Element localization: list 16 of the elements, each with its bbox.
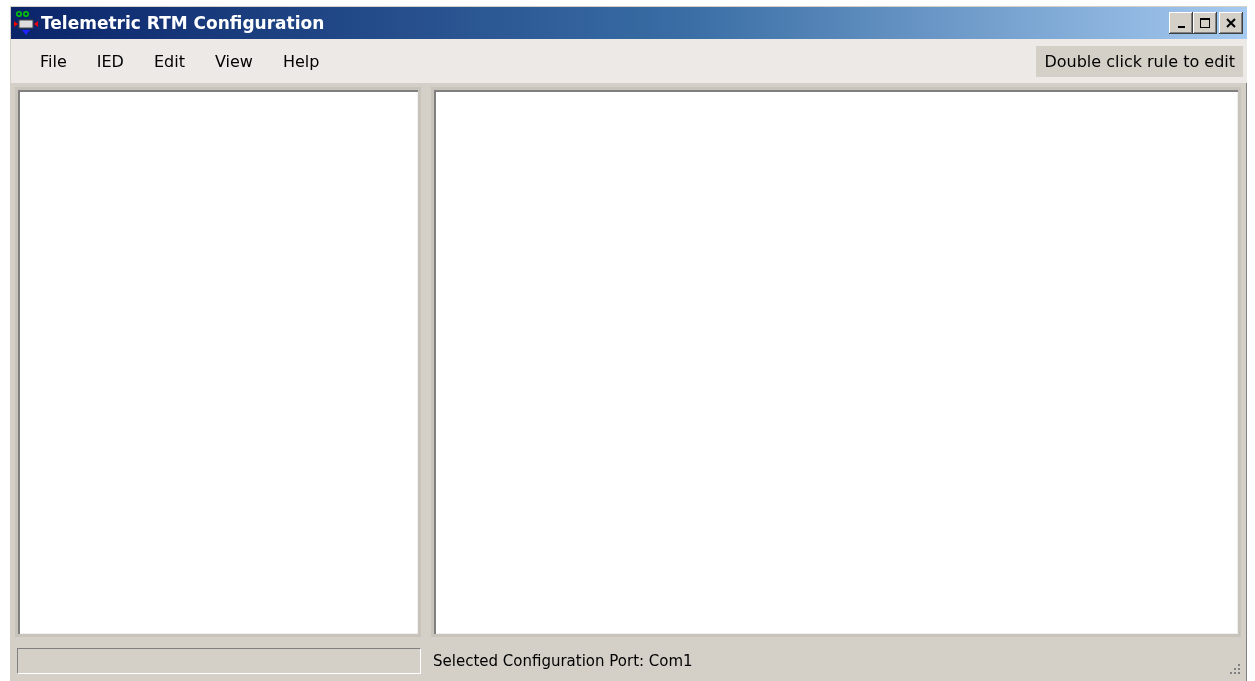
menu-item[interactable]: File <box>25 51 82 71</box>
resize-grip-icon <box>1229 663 1241 675</box>
menu-item[interactable]: IED <box>81 51 139 71</box>
close-button[interactable] <box>1219 12 1243 34</box>
window-title: Telemetric RTM Configuration <box>41 13 326 33</box>
status-text: Selected Configuration Port: Com1 <box>433 652 693 670</box>
close-icon <box>1226 18 1236 28</box>
maximize-icon <box>1199 17 1211 29</box>
menu-item[interactable]: Edit <box>138 51 200 71</box>
minimize-button[interactable] <box>1169 12 1193 34</box>
hint-label: Double click rule to edit <box>1036 45 1243 77</box>
app-icon <box>13 10 39 36</box>
menu-item[interactable]: Help <box>267 51 335 71</box>
maximize-button[interactable] <box>1193 12 1217 34</box>
minimize-icon <box>1177 26 1185 28</box>
menu-item[interactable]: View <box>199 51 268 71</box>
